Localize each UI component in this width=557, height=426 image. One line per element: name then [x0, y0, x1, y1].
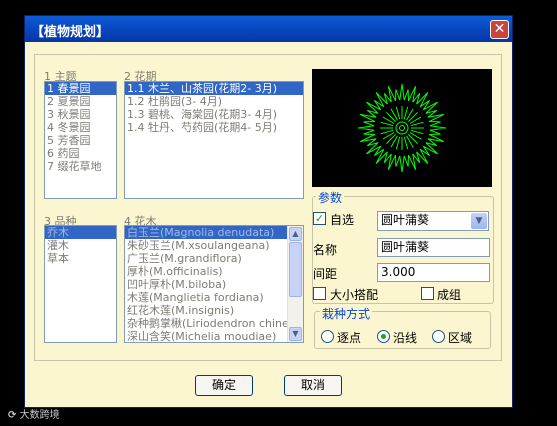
theme-list-item[interactable]: 4 冬景园	[45, 121, 116, 134]
auto-select-checkbox[interactable]: ✓	[313, 212, 326, 225]
radio-along-line-label: 沿线	[393, 331, 418, 345]
flower-list-item[interactable]: 凹叶厚朴(M.biloba)	[125, 278, 287, 291]
flower-list-item[interactable]: 红花木莲(M.insignis)	[125, 304, 287, 317]
palm-inner-ray	[403, 136, 409, 150]
variety-list-item[interactable]: 乔木	[45, 226, 116, 239]
group-checkbox-label: 成组	[437, 288, 462, 302]
theme-list-item[interactable]: 3 秋景园	[45, 108, 116, 121]
palm-inner-ray	[410, 121, 424, 127]
palm-inner-ray	[380, 121, 394, 127]
spacing-field-value: 3.000	[381, 265, 416, 279]
palm-outer-spikes	[357, 83, 447, 173]
params-group-title: 参数	[316, 189, 345, 206]
watermark-text: 大数跨境	[19, 410, 60, 421]
plant-symbol-preview	[312, 69, 492, 187]
palm-inner-ray	[403, 106, 409, 120]
palm-inner-ray	[380, 129, 394, 135]
period-list-item[interactable]: 1.4 牡丹、芍药园(花期4- 5月)	[125, 121, 303, 134]
spacing-label: 间距	[313, 267, 338, 281]
name-label: 名称	[313, 243, 338, 257]
flower-list[interactable]: 白玉兰(Magnolia denudata) 朱砂玉兰(M.xsoulangean…	[124, 225, 304, 343]
auto-select-label: 自选	[330, 213, 355, 227]
flower-list-scrollbar[interactable]: ▲ ▼	[287, 226, 303, 342]
theme-list[interactable]: 1 春景园 2 夏景园 3 秋景园 4 冬景园 5 芳香园 6 药园 7 缀花草地	[44, 81, 117, 199]
title-bar[interactable]: 【植物规划】 ✕	[25, 16, 512, 42]
theme-list-item[interactable]: 7 缀花草地	[45, 160, 116, 173]
size-mix-checkbox[interactable]	[313, 287, 326, 300]
group-checkbox[interactable]	[421, 287, 434, 300]
variety-list-item[interactable]: 灌木	[45, 239, 116, 252]
period-list[interactable]: 1.1 木兰、山茶园(花期2- 3月) 1.2 杜鹃园(3- 4月) 1.3 碧桃、…	[124, 81, 304, 199]
chevron-down-icon[interactable]: ▼	[471, 213, 487, 229]
variety-list-item[interactable]: 草本	[45, 252, 116, 265]
palm-center-dot	[399, 125, 405, 131]
radio-point-label: 逐点	[337, 331, 362, 345]
plant-mode-group-title: 栽种方式	[320, 305, 373, 322]
size-mix-label: 大小搭配	[330, 288, 379, 302]
flower-list-item[interactable]: 朱砂玉兰(M.xsoulangeana)	[125, 239, 287, 252]
theme-list-item[interactable]: 5 芳香园	[45, 134, 116, 147]
window-title: 【植物规划】	[31, 25, 110, 40]
flower-list-item[interactable]: 木莲(Manglietia fordiana)	[125, 291, 287, 304]
flower-list-item[interactable]: 杂种鹅掌楸(Liriodendron chinense)	[125, 317, 287, 330]
name-field-value: 圆叶蒲葵	[381, 240, 430, 254]
period-list-item[interactable]: 1.2 杜鹃园(3- 4月)	[125, 95, 303, 108]
scroll-up-icon[interactable]: ▲	[289, 227, 302, 241]
spacing-field[interactable]: 3.000	[377, 263, 490, 282]
name-field[interactable]: 圆叶蒲葵	[377, 238, 490, 257]
symbol-select[interactable]: 圆叶蒲葵 ▼	[377, 211, 489, 231]
flower-list-item[interactable]: 厚朴(M.officinalis)	[125, 265, 287, 278]
scroll-down-icon[interactable]: ▼	[289, 327, 302, 341]
radio-area-label: 区域	[448, 331, 473, 345]
flower-list-item[interactable]: 深山含笑(Michelia moudiae)	[125, 330, 287, 342]
scroll-thumb[interactable]	[289, 242, 302, 297]
palm-inner-ray	[395, 136, 401, 150]
theme-list-item[interactable]: 1 春景园	[45, 82, 116, 95]
watermark: ⟳ 大数跨境	[8, 410, 60, 421]
period-list-item[interactable]: 1.3 碧桃、海棠园(花期3- 4月)	[125, 108, 303, 121]
cancel-button[interactable]: 取消	[284, 375, 342, 396]
variety-list[interactable]: 乔木 灌木 草本	[44, 225, 117, 343]
palm-inner-ray	[410, 129, 424, 135]
radio-along-line[interactable]	[377, 330, 390, 343]
ok-button[interactable]: 确定	[195, 375, 253, 396]
close-icon[interactable]: ✕	[490, 20, 509, 39]
plant-symbol-icon	[357, 83, 447, 173]
flower-list-item[interactable]: 白玉兰(Magnolia denudata)	[125, 226, 287, 239]
theme-list-item[interactable]: 2 夏景园	[45, 95, 116, 108]
palm-center-ring	[395, 121, 409, 135]
palm-inner-ray	[395, 106, 401, 120]
period-list-item[interactable]: 1.1 木兰、山茶园(花期2- 3月)	[125, 82, 303, 95]
theme-list-item[interactable]: 6 药园	[45, 147, 116, 160]
flower-list-item[interactable]: 广玉兰(M.grandiflora)	[125, 252, 287, 265]
symbol-select-value: 圆叶蒲葵	[381, 213, 430, 227]
radio-area[interactable]	[432, 330, 445, 343]
radio-point[interactable]	[321, 330, 334, 343]
